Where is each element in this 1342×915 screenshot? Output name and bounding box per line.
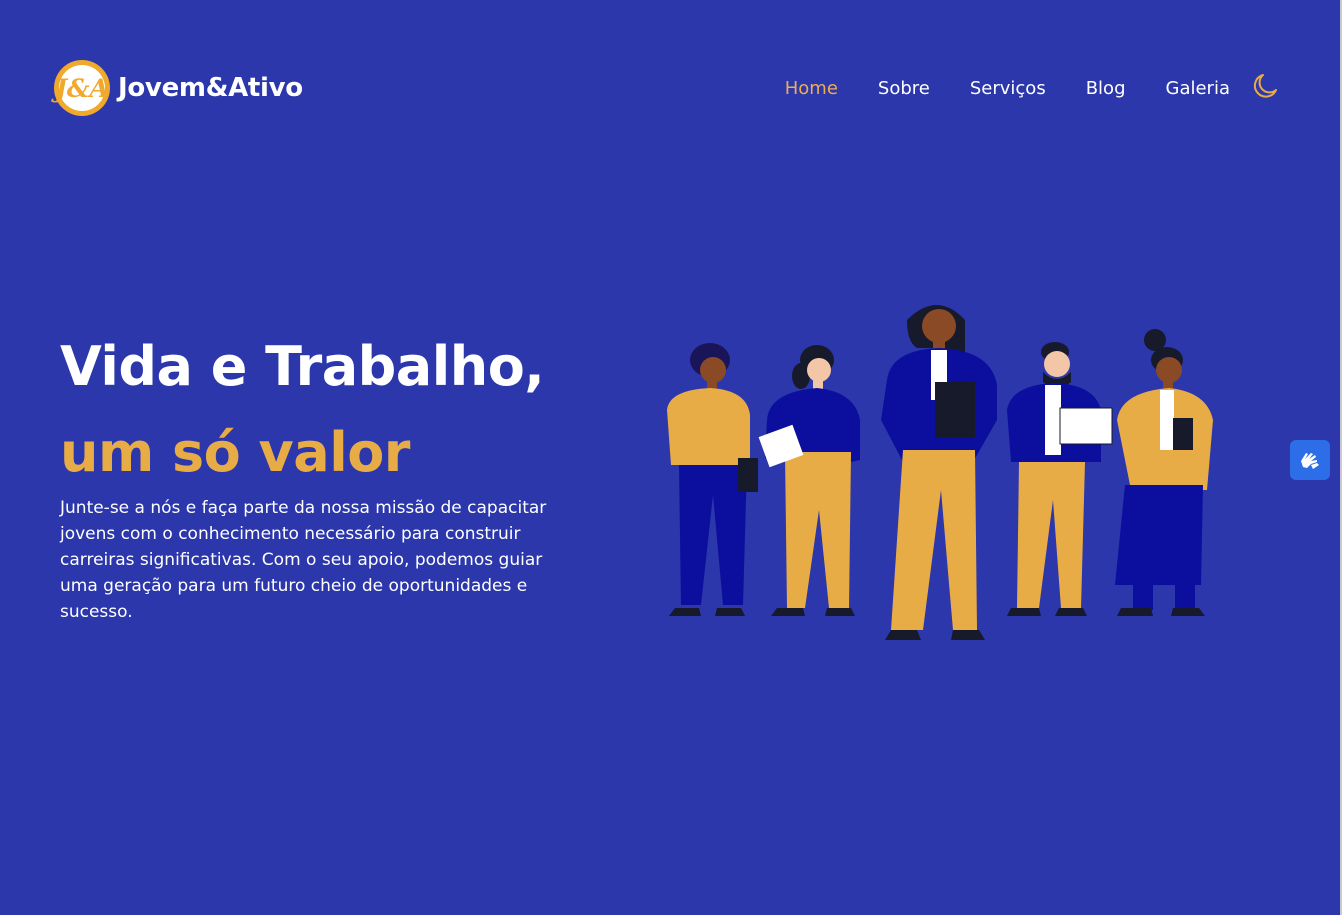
accessibility-widget-button[interactable] — [1290, 440, 1330, 480]
nav-galeria[interactable]: Galeria — [1166, 77, 1231, 101]
person-4 — [1007, 342, 1113, 616]
person-3 — [881, 305, 997, 640]
hero-title-line1: Vida e Trabalho, — [60, 335, 545, 398]
sign-language-icon — [1301, 453, 1319, 469]
person-5 — [1115, 329, 1213, 616]
nav-blog[interactable]: Blog — [1086, 77, 1126, 101]
moon-icon[interactable] — [1249, 72, 1279, 100]
person-2 — [758, 345, 860, 616]
brand-name: Jovem&Ativo — [118, 73, 303, 103]
brand[interactable]: J&A Jovem&Ativo — [54, 60, 303, 116]
nav-home[interactable]: Home — [785, 77, 838, 101]
hero-description: Junte-se a nós e faça parte da nossa mis… — [60, 498, 547, 622]
main-nav: Home Sobre Serviços Blog Galeria — [745, 77, 1230, 101]
hero-title-line2: um só valor — [60, 421, 410, 484]
nav-sobre[interactable]: Sobre — [878, 77, 930, 101]
team-illustration — [667, 305, 1213, 640]
person-1 — [667, 343, 758, 616]
brand-logo-text: J&A — [55, 73, 109, 103]
nav-servicos[interactable]: Serviços — [970, 77, 1046, 101]
brand-logo: J&A — [54, 60, 110, 116]
